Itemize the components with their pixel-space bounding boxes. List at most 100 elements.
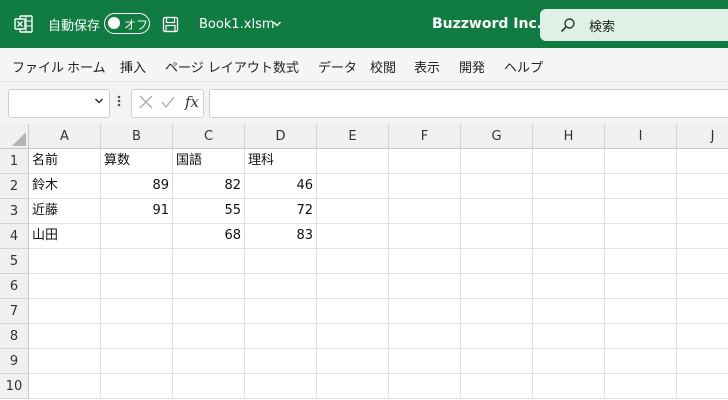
cell-b5[interactable] [101, 249, 173, 274]
cell-d7[interactable] [245, 299, 317, 324]
cell-c4[interactable]: 68 [173, 224, 245, 249]
cell-d9[interactable] [245, 349, 317, 374]
menu-home[interactable]: ホーム [67, 57, 106, 76]
cell-h7[interactable] [533, 299, 605, 324]
cell-j5[interactable] [677, 249, 728, 274]
cell-g8[interactable] [461, 324, 533, 349]
menu-developer[interactable]: 開発 [459, 57, 485, 76]
row-header-10[interactable]: 10 [0, 374, 29, 399]
autosave-toggle[interactable]: オフ [104, 13, 150, 34]
cell-h10[interactable] [533, 374, 605, 399]
cell-f9[interactable] [389, 349, 461, 374]
cell-a5[interactable] [29, 249, 101, 274]
cell-f5[interactable] [389, 249, 461, 274]
cell-b10[interactable] [101, 374, 173, 399]
menu-help[interactable]: ヘルプ [504, 57, 543, 76]
cell-j4[interactable] [677, 224, 728, 249]
insert-function-button[interactable]: fx [185, 93, 199, 111]
cell-e10[interactable] [317, 374, 389, 399]
menu-insert[interactable]: 挿入 [120, 57, 146, 76]
cell-b7[interactable] [101, 299, 173, 324]
select-all-button[interactable] [0, 124, 29, 149]
cell-j3[interactable] [677, 199, 728, 224]
cell-a4[interactable]: 山田 [29, 224, 101, 249]
cell-c9[interactable] [173, 349, 245, 374]
menu-review[interactable]: 校閲 [370, 57, 396, 76]
more-options-icon[interactable] [117, 93, 121, 113]
cell-b6[interactable] [101, 274, 173, 299]
cell-a7[interactable] [29, 299, 101, 324]
row-header-2[interactable]: 2 [0, 174, 29, 199]
row-header-4[interactable]: 4 [0, 224, 29, 249]
cell-f6[interactable] [389, 274, 461, 299]
menu-data[interactable]: データ [318, 57, 357, 76]
cell-f4[interactable] [389, 224, 461, 249]
cell-j9[interactable] [677, 349, 728, 374]
chevron-down-icon[interactable] [94, 96, 104, 109]
document-name[interactable]: Book1.xlsm [199, 0, 275, 48]
menu-page-layout[interactable]: ページ レイアウト [165, 57, 273, 76]
cell-a1[interactable]: 名前 [29, 149, 101, 174]
cell-c7[interactable] [173, 299, 245, 324]
cell-i6[interactable] [605, 274, 677, 299]
cell-d1[interactable]: 理科 [245, 149, 317, 174]
cell-a8[interactable] [29, 324, 101, 349]
cell-h1[interactable] [533, 149, 605, 174]
formula-input[interactable] [209, 89, 728, 118]
cell-g3[interactable] [461, 199, 533, 224]
save-icon[interactable] [162, 0, 179, 48]
cell-c10[interactable] [173, 374, 245, 399]
column-header-g[interactable]: G [461, 124, 533, 149]
cell-d10[interactable] [245, 374, 317, 399]
cell-b2[interactable]: 89 [101, 174, 173, 199]
cell-g1[interactable] [461, 149, 533, 174]
cell-h2[interactable] [533, 174, 605, 199]
cell-i10[interactable] [605, 374, 677, 399]
column-header-h[interactable]: H [533, 124, 605, 149]
cell-b9[interactable] [101, 349, 173, 374]
cell-e1[interactable] [317, 149, 389, 174]
cell-h6[interactable] [533, 274, 605, 299]
cell-i7[interactable] [605, 299, 677, 324]
cell-b1[interactable]: 算数 [101, 149, 173, 174]
cell-e2[interactable] [317, 174, 389, 199]
cell-b4[interactable] [101, 224, 173, 249]
cell-g10[interactable] [461, 374, 533, 399]
cell-a6[interactable] [29, 274, 101, 299]
cell-d6[interactable] [245, 274, 317, 299]
column-header-a[interactable]: A [29, 124, 101, 149]
row-header-8[interactable]: 8 [0, 324, 29, 349]
cell-c8[interactable] [173, 324, 245, 349]
cell-g2[interactable] [461, 174, 533, 199]
cell-f1[interactable] [389, 149, 461, 174]
cell-e8[interactable] [317, 324, 389, 349]
cell-h4[interactable] [533, 224, 605, 249]
cell-c1[interactable]: 国語 [173, 149, 245, 174]
cell-d4[interactable]: 83 [245, 224, 317, 249]
cell-g6[interactable] [461, 274, 533, 299]
cell-g5[interactable] [461, 249, 533, 274]
row-header-5[interactable]: 5 [0, 249, 29, 274]
row-header-7[interactable]: 7 [0, 299, 29, 324]
cell-c2[interactable]: 82 [173, 174, 245, 199]
cell-i3[interactable] [605, 199, 677, 224]
cell-h9[interactable] [533, 349, 605, 374]
column-header-e[interactable]: E [317, 124, 389, 149]
column-header-j[interactable]: J [677, 124, 728, 149]
row-header-3[interactable]: 3 [0, 199, 29, 224]
cell-e4[interactable] [317, 224, 389, 249]
cancel-icon[interactable] [138, 94, 154, 114]
cell-d2[interactable]: 46 [245, 174, 317, 199]
cell-e9[interactable] [317, 349, 389, 374]
menu-formulas[interactable]: 数式 [273, 57, 299, 76]
excel-icon[interactable] [14, 0, 34, 48]
column-header-i[interactable]: I [605, 124, 677, 149]
search-box[interactable]: 検索 [540, 9, 728, 41]
cell-h8[interactable] [533, 324, 605, 349]
column-header-c[interactable]: C [173, 124, 245, 149]
column-header-f[interactable]: F [389, 124, 461, 149]
cell-h3[interactable] [533, 199, 605, 224]
cell-c5[interactable] [173, 249, 245, 274]
cell-i2[interactable] [605, 174, 677, 199]
cell-i5[interactable] [605, 249, 677, 274]
